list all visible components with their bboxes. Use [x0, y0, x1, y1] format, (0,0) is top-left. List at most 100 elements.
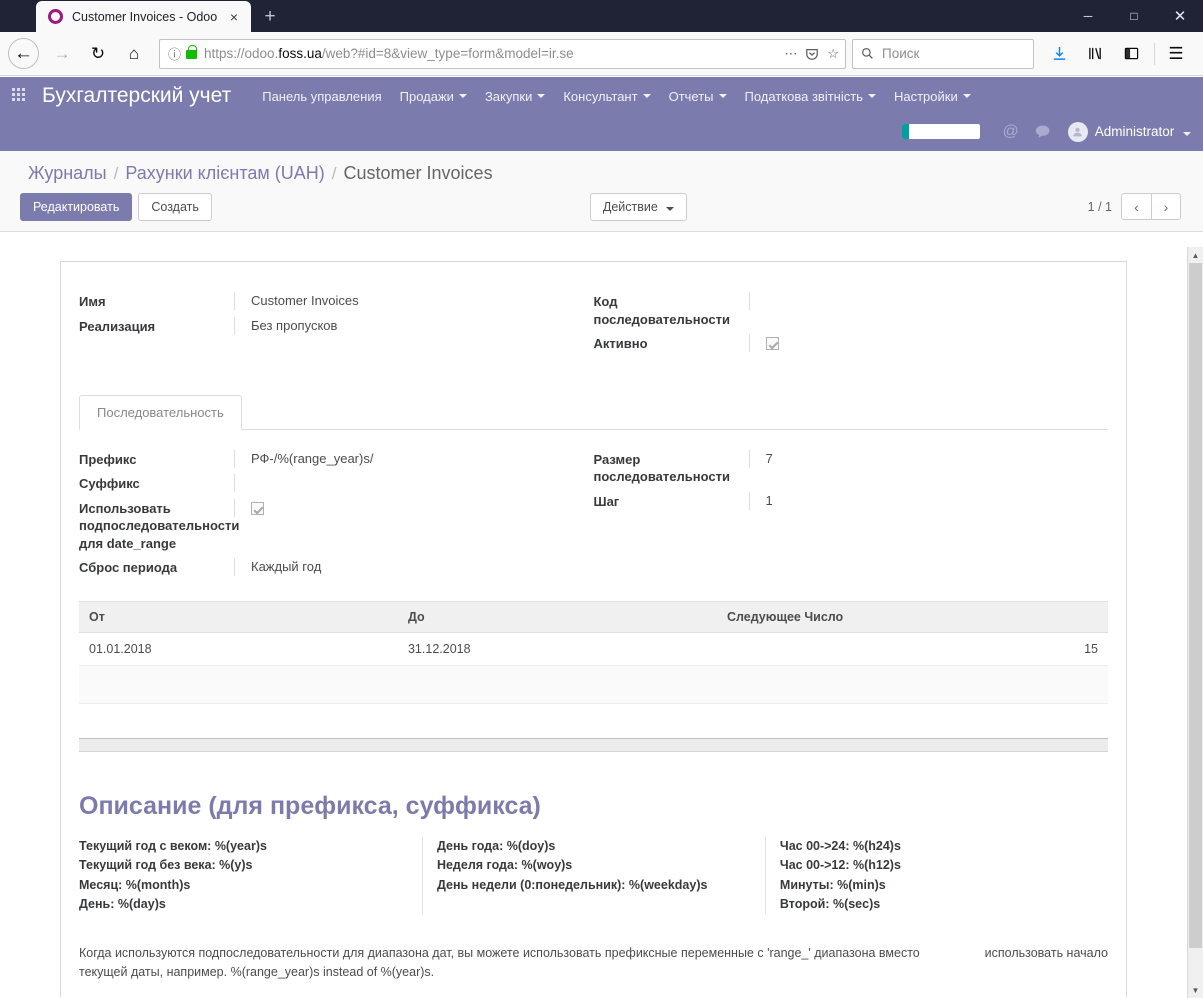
table-header-row: От До Следующее Число [79, 600, 1108, 633]
window-close-icon[interactable]: ✕ [1157, 0, 1203, 32]
field-value[interactable]: 7 [748, 449, 1109, 468]
browser-titlebar: Customer Invoices - Odoo × + ─ □ ✕ [0, 0, 1203, 32]
browser-tab[interactable]: Customer Invoices - Odoo × [36, 1, 251, 32]
menu-item-sales[interactable]: Продажи [391, 77, 476, 115]
breadcrumb-item-invoices-uah[interactable]: Рахунки клієнтам (UAH) [125, 163, 324, 184]
pager-next-icon[interactable]: › [1151, 193, 1181, 220]
menu-label: Отчеты [668, 88, 714, 104]
menu-item-tax-reporting[interactable]: Податкова звітність [736, 77, 885, 115]
empty-cell [79, 665, 1108, 704]
field-label: Размер последовательности [593, 451, 730, 485]
tab-sequence[interactable]: Последовательность [79, 394, 242, 430]
breadcrumb: Журналы / Рахунки клієнтам (UAH) / Custo… [0, 163, 1203, 189]
form-sheet: Имя Customer Invoices Реализация Без про… [60, 261, 1127, 997]
maximize-icon[interactable]: □ [1111, 0, 1157, 32]
forward-icon[interactable]: → [45, 37, 79, 71]
variable-item: Второй: %(sec)s [779, 897, 881, 912]
browser-toolbar-right: ☰ [1042, 37, 1195, 71]
mention-icon[interactable]: @ [1002, 123, 1018, 141]
field-label: Использовать подпоследовательности для d… [79, 500, 240, 551]
scroll-down-icon[interactable]: ▼ [1188, 982, 1203, 998]
new-tab-button[interactable]: + [255, 2, 285, 32]
sidebar-icon[interactable] [1114, 37, 1148, 71]
table-footer-bar [79, 737, 1108, 752]
column-header-to[interactable]: До [397, 600, 717, 633]
downloads-icon[interactable] [1042, 37, 1076, 71]
create-button[interactable]: Создать [138, 193, 212, 221]
chevron-down-icon [962, 94, 971, 98]
scrollbar-thumb[interactable] [1189, 263, 1202, 948]
bookmark-icon[interactable]: ☆ [827, 46, 839, 62]
field-period-reset: Сброс периода Каждый год [79, 558, 594, 577]
edit-button[interactable]: Редактировать [20, 193, 133, 221]
field-value[interactable]: РФ-/%(range_year)s/ [234, 449, 594, 468]
field-prefix: Префикс РФ-/%(range_year)s/ [79, 449, 594, 469]
back-icon[interactable]: ← [8, 38, 39, 69]
field-value[interactable]: Без пропусков [234, 316, 594, 335]
username-label[interactable]: Administrator [1095, 124, 1191, 139]
search-placeholder: Поиск [882, 46, 920, 61]
form-view-content: Имя Customer Invoices Реализация Без про… [0, 247, 1187, 998]
pager-previous-icon[interactable]: ‹ [1121, 193, 1151, 220]
field-value[interactable] [234, 474, 594, 493]
field-label: Шаг [593, 493, 620, 509]
site-info-icon[interactable]: ⓘ [168, 44, 181, 63]
sequence-groups: Префикс РФ-/%(range_year)s/ Суффикс Испо… [79, 449, 1109, 583]
breadcrumb-separator: / [331, 164, 337, 183]
field-label: Код последовательности [593, 294, 730, 327]
home-icon[interactable]: ⌂ [117, 37, 151, 71]
chevron-down-icon [642, 94, 651, 98]
chat-icon[interactable] [1035, 124, 1052, 139]
reload-icon[interactable]: ↻ [81, 37, 115, 71]
cell-from: 01.01.2018 [79, 632, 398, 666]
field-active: Активно [594, 334, 1109, 353]
user-avatar[interactable] [1067, 121, 1088, 142]
date-range-checkbox[interactable] [251, 501, 264, 515]
table-row[interactable]: 01.01.2018 31.12.2018 15 [79, 632, 1108, 666]
minimize-icon[interactable]: ─ [1065, 0, 1111, 32]
browser-search-bar[interactable]: Поиск [852, 38, 1034, 69]
field-value [748, 334, 1109, 353]
control-panel-buttons: Редактировать Создать Действие 1 / 1 ‹ › [0, 189, 1203, 231]
menu-item-consultant[interactable]: Консультант [554, 77, 659, 115]
column-header-next-number[interactable]: Следующее Число [716, 600, 1108, 633]
pocket-icon[interactable] [805, 47, 819, 61]
lock-icon [186, 45, 198, 59]
scroll-up-icon[interactable]: ▲ [1188, 247, 1203, 263]
browser-window: Customer Invoices - Odoo × + ─ □ ✕ ← → ↻… [0, 0, 1203, 998]
tab-title: Customer Invoices - Odoo [72, 9, 218, 24]
pager-count: 1 / 1 [1087, 199, 1112, 214]
variable-item: Текущий год с веком: %(year)s [79, 838, 267, 853]
progress-bar [902, 124, 981, 139]
search-icon [862, 48, 873, 59]
breadcrumb-item-journals[interactable]: Журналы [28, 163, 107, 184]
column-header-from[interactable]: От [79, 600, 398, 633]
field-value[interactable]: 1 [748, 491, 1109, 510]
menu-item-reports[interactable]: Отчеты [660, 77, 736, 115]
action-dropdown-button[interactable]: Действие [589, 193, 688, 221]
variables-column-3: Час 00->24: %(h24)s Час 00->12: %(h12)s … [764, 836, 1108, 915]
menu-icon[interactable]: ☰ [1159, 37, 1193, 71]
address-bar[interactable]: ⓘ https://odoo.foss.ua/web?#id=8&view_ty… [159, 38, 846, 69]
field-value[interactable] [748, 292, 1109, 310]
url-text: https://odoo.foss.ua/web?#id=8&view_type… [204, 46, 574, 61]
vertical-scrollbar[interactable]: ▲ ▼ [1187, 247, 1203, 998]
page-actions-icon[interactable]: ⋯ [784, 46, 797, 62]
library-icon[interactable] [1078, 37, 1112, 71]
field-value[interactable]: Каждый год [234, 558, 594, 577]
variable-item: Текущий год без века: %(y)s [79, 858, 253, 873]
field-step: Шаг 1 [593, 491, 1109, 511]
breadcrumb-item-current: Customer Invoices [343, 163, 493, 183]
menu-item-dashboard[interactable]: Панель управления [253, 77, 390, 115]
table-empty-row[interactable] [79, 665, 1108, 704]
active-checkbox[interactable] [765, 337, 779, 351]
cell-next-number: 15 [716, 632, 1108, 666]
close-icon[interactable]: × [225, 8, 243, 26]
chevron-down-icon [666, 207, 675, 211]
field-value[interactable]: Customer Invoices [234, 292, 594, 310]
field-sequence-size: Размер последовательности 7 [593, 449, 1109, 486]
apps-menu-icon[interactable] [12, 88, 28, 104]
menu-item-settings[interactable]: Настройки [885, 77, 980, 115]
browser-navbar: ← → ↻ ⌂ ⓘ https://odoo.foss.ua/web?#id=8… [0, 32, 1203, 76]
menu-item-purchases[interactable]: Закупки [476, 77, 554, 115]
